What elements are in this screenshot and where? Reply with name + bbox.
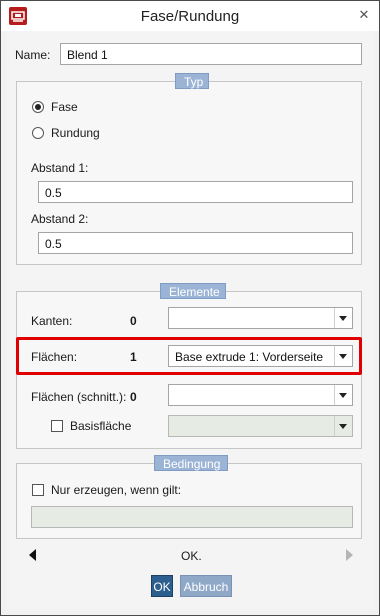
chevron-down-icon[interactable] [334,346,352,366]
fase-label[interactable]: Fase [51,100,78,114]
ok-button[interactable]: OK [151,575,173,597]
flaechen-label: Flächen: [31,350,78,364]
abstand2-input[interactable]: 0.5 [38,232,353,254]
flaechen-combo[interactable]: Base extrude 1: Vorderseite [168,345,353,367]
kanten-label: Kanten: [31,314,73,328]
rundung-radio[interactable] [32,127,44,139]
nur-erzeugen-label[interactable]: Nur erzeugen, wenn gilt: [51,483,181,497]
dialog-window: Fase/Rundung ✕ Name: Blend 1 Typ Fase Ru… [0,0,380,616]
abstand1-label: Abstand 1: [31,161,89,175]
next-arrow-icon[interactable] [346,549,353,561]
name-input[interactable]: Blend 1 [60,43,362,65]
abstand2-label: Abstand 2: [31,212,89,226]
kanten-combo[interactable] [168,307,353,329]
basisflaeche-combo [168,415,353,437]
flaechen-combo-value: Base extrude 1: Vorderseite [175,350,324,364]
flaechen-schnitt-count: 0 [130,390,137,404]
chevron-down-icon[interactable] [334,385,352,405]
fase-radio[interactable] [32,101,44,113]
title-bar: Fase/Rundung ✕ [1,1,379,31]
window-title: Fase/Rundung [140,8,240,25]
basisflaeche-label[interactable]: Basisfläche [70,419,131,433]
rundung-label[interactable]: Rundung [51,126,100,140]
typ-legend: Typ [175,73,209,89]
condition-input[interactable] [31,506,353,528]
status-text: OK. [181,549,202,563]
chevron-down-icon[interactable] [334,308,352,328]
cancel-button[interactable]: Abbruch [180,575,232,597]
nur-erzeugen-checkbox[interactable] [32,484,44,496]
flaechen-schnitt-combo[interactable] [168,384,353,406]
radio-selected-dot [35,104,41,110]
flaechen-schnitt-label: Flächen (schnitt.): [31,390,127,404]
previous-arrow-icon[interactable] [29,549,36,561]
bedingung-legend: Bedingung [154,455,228,471]
name-label: Name: [15,48,51,62]
basisflaeche-checkbox[interactable] [51,420,63,432]
close-icon[interactable]: ✕ [355,6,373,24]
elemente-legend: Elemente [160,283,226,299]
kanten-count: 0 [130,314,137,328]
chevron-down-icon [334,416,352,436]
flaechen-count: 1 [130,350,137,364]
abstand1-input[interactable]: 0.5 [38,181,353,203]
